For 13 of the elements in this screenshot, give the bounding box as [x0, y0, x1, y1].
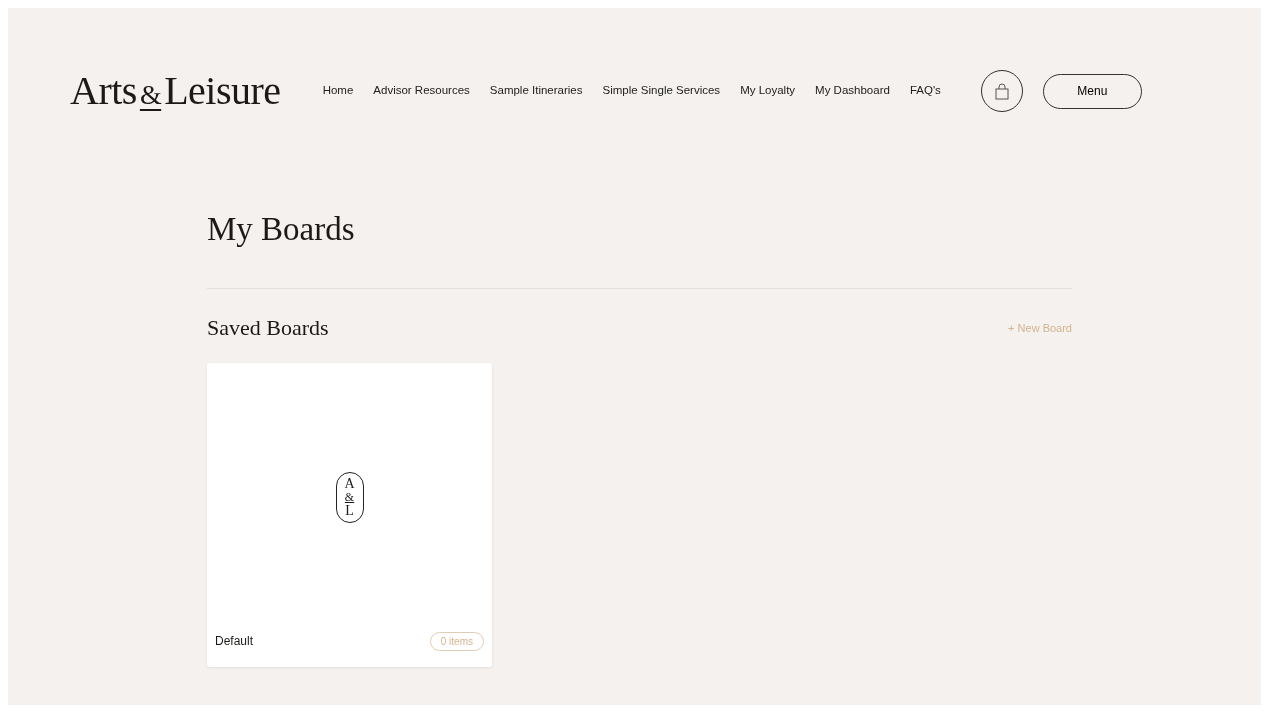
nav-link[interactable]: Advisor Resources [373, 82, 470, 100]
board-name: Default [215, 633, 254, 651]
nav-link[interactable]: My Loyalty [740, 82, 796, 100]
nav-link[interactable]: Simple Single Services [602, 82, 721, 100]
board-card[interactable]: A & L Default 0 items [207, 363, 492, 667]
shopping-bag-icon [994, 82, 1009, 100]
site-logo[interactable]: Arts&Leisure [70, 71, 281, 111]
nav-link[interactable]: Home [322, 82, 354, 100]
nav-link[interactable]: FAQ's [909, 82, 941, 100]
nav-link[interactable]: My Dashboard [815, 82, 890, 100]
page-title: My Boards [207, 210, 356, 249]
section-title: Saved Boards [207, 314, 329, 341]
nav-link[interactable]: Sample Itineraries [489, 82, 583, 100]
